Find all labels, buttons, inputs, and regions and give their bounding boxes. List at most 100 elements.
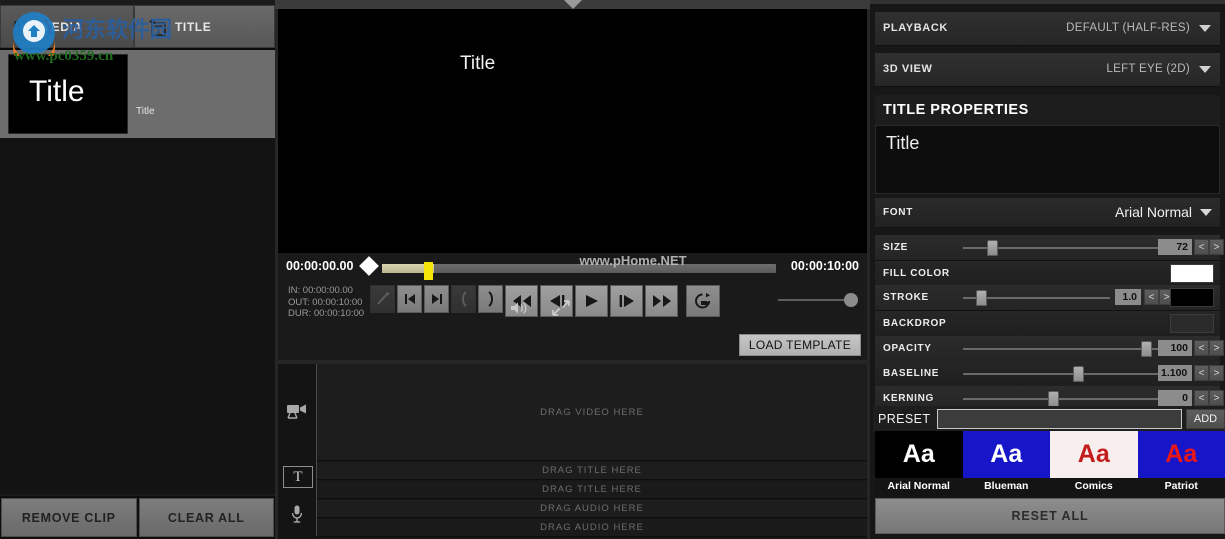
tab-title[interactable]: TITLE	[134, 5, 275, 48]
size-decrement-button[interactable]: <	[1194, 239, 1209, 255]
size-increment-button[interactable]: >	[1209, 239, 1224, 255]
fill-color-label: FILL COLOR	[883, 268, 950, 279]
speaker-icon[interactable]	[510, 300, 530, 321]
kerning-label: KERNING	[883, 393, 935, 404]
size-value[interactable]: 72	[1158, 239, 1192, 255]
preset-card[interactable]: Aa Patriot	[1137, 431, 1225, 498]
fast-forward-button[interactable]	[645, 285, 678, 317]
baseline-slider-knob[interactable]	[1073, 366, 1084, 382]
baseline-increment-button[interactable]: >	[1209, 365, 1224, 381]
preset-card[interactable]: Aa Arial Normal	[875, 431, 963, 498]
razor-button[interactable]	[370, 285, 395, 313]
left-panel-buttons: REMOVE CLIP CLEAR ALL	[0, 496, 275, 539]
keyframe-diamond-marker[interactable]	[359, 256, 379, 276]
3d-view-setting-row[interactable]: 3D VIEW LEFT EYE (2D)	[875, 53, 1220, 87]
razor-icon	[376, 292, 389, 305]
chevron-down-icon[interactable]	[1200, 209, 1212, 216]
opacity-slider-track[interactable]	[963, 348, 1163, 350]
load-template-row: LOAD TEMPLATE	[278, 330, 867, 360]
preset-name-input[interactable]	[937, 409, 1182, 429]
remove-clip-button[interactable]: REMOVE CLIP	[1, 498, 137, 537]
baseline-row: BASELINE 1.100 < >	[875, 361, 1224, 387]
size-slider-knob[interactable]	[987, 240, 998, 256]
font-value: Arial Normal	[1114, 204, 1192, 220]
chevron-down-icon[interactable]	[1199, 25, 1211, 32]
opacity-decrement-button[interactable]: <	[1194, 340, 1209, 356]
volume-slider-knob[interactable]	[844, 293, 858, 307]
load-template-button[interactable]: LOAD TEMPLATE	[738, 334, 861, 356]
fast-forward-icon	[652, 295, 671, 307]
preset-card[interactable]: Aa Blueman	[962, 431, 1050, 498]
transport-controls: 00:00:00.00 00:00:10:00 www.pHome.NET IN…	[278, 253, 867, 330]
text-t-icon: T	[283, 466, 313, 488]
title-text-input[interactable]: Title	[875, 125, 1220, 194]
title-properties-header: TITLE PROPERTIES	[875, 95, 1220, 125]
preset-label: PRESET	[878, 412, 931, 426]
clear-all-button[interactable]: CLEAR ALL	[138, 498, 274, 537]
track-video[interactable]: DRAG VIDEO HERE	[317, 364, 867, 461]
preset-name: Patriot	[1137, 478, 1225, 497]
baseline-value[interactable]: 1.100	[1158, 365, 1192, 381]
step-forward-button[interactable]	[610, 285, 643, 317]
mark-out-button[interactable]	[478, 285, 503, 313]
kerning-increment-button[interactable]: >	[1209, 390, 1224, 406]
backdrop-color-swatch[interactable]	[1170, 314, 1214, 333]
add-title-icon	[147, 17, 169, 39]
stroke-row: STROKE 1.0 < >	[875, 285, 1220, 311]
preset-name: Blueman	[962, 478, 1050, 497]
loop-button[interactable]	[686, 285, 720, 317]
font-row[interactable]: FONT Arial Normal	[875, 198, 1220, 228]
playback-setting-row[interactable]: PLAYBACK DEFAULT (HALF-RES)	[875, 12, 1220, 46]
baseline-decrement-button[interactable]: <	[1194, 365, 1209, 381]
reset-all-button[interactable]: RESET ALL	[875, 498, 1225, 534]
track-headers: T	[278, 364, 316, 539]
track-audio-1[interactable]: DRAG AUDIO HERE	[317, 500, 867, 518]
opacity-value[interactable]: 100	[1158, 340, 1192, 356]
stroke-value[interactable]: 1.0	[1115, 289, 1141, 305]
panel-resize-handle[interactable]	[275, 0, 870, 9]
go-to-start-button[interactable]	[397, 285, 422, 313]
preset-card[interactable]: Aa Comics	[1050, 431, 1138, 498]
kerning-slider-knob[interactable]	[1048, 391, 1059, 407]
stroke-slider-knob[interactable]	[976, 290, 987, 306]
title-thumbnail[interactable]: Title	[8, 54, 128, 134]
stroke-decrement-button[interactable]: <	[1144, 289, 1159, 305]
playhead-marker[interactable]	[424, 262, 433, 280]
track-title-2[interactable]: DRAG TITLE HERE	[317, 481, 867, 499]
track-title-1[interactable]: DRAG TITLE HERE	[317, 462, 867, 480]
opacity-label: OPACITY	[883, 343, 932, 354]
go-to-end-button[interactable]	[424, 285, 449, 313]
baseline-slider-track[interactable]	[963, 373, 1163, 375]
opacity-slider-knob[interactable]	[1141, 341, 1152, 357]
in-label: IN:	[288, 285, 301, 296]
backdrop-label: BACKDROP	[883, 318, 947, 329]
stroke-color-swatch[interactable]	[1170, 288, 1214, 307]
dur-value: 00:00:10:00	[313, 308, 365, 319]
video-preview[interactable]: Title	[278, 9, 867, 253]
kerning-decrement-button[interactable]: <	[1194, 390, 1209, 406]
preview-watermark: www.pHome.NET	[579, 253, 687, 268]
preset-bar: PRESET ADD	[873, 406, 1225, 432]
size-label: SIZE	[883, 242, 909, 253]
tab-title-label: TITLE	[175, 20, 212, 34]
chevron-down-icon[interactable]	[1199, 66, 1211, 73]
title-properties-header-label: TITLE PROPERTIES	[883, 102, 1029, 118]
fullscreen-icon[interactable]	[551, 298, 571, 323]
opacity-row: OPACITY 100 < >	[875, 336, 1224, 362]
title-thumbnail-label: Title	[136, 106, 155, 117]
kerning-value[interactable]: 0	[1158, 390, 1192, 406]
tab-media-label: MEDIA	[41, 20, 83, 34]
current-timecode: 00:00:00.00	[286, 259, 354, 273]
microphone-icon	[284, 503, 310, 525]
play-button[interactable]	[575, 285, 608, 317]
add-preset-button[interactable]: ADD	[1186, 409, 1225, 429]
fill-color-swatch[interactable]	[1170, 264, 1214, 283]
track-audio-2[interactable]: DRAG AUDIO HERE	[317, 519, 867, 537]
video-camera-icon	[284, 400, 310, 422]
opacity-increment-button[interactable]: >	[1209, 340, 1224, 356]
mark-out-icon	[487, 291, 493, 307]
volume-slider[interactable]	[778, 289, 868, 311]
tab-media[interactable]: MEDIA	[0, 5, 134, 48]
mark-in-button[interactable]	[451, 285, 476, 313]
kerning-slider-track[interactable]	[963, 398, 1163, 400]
